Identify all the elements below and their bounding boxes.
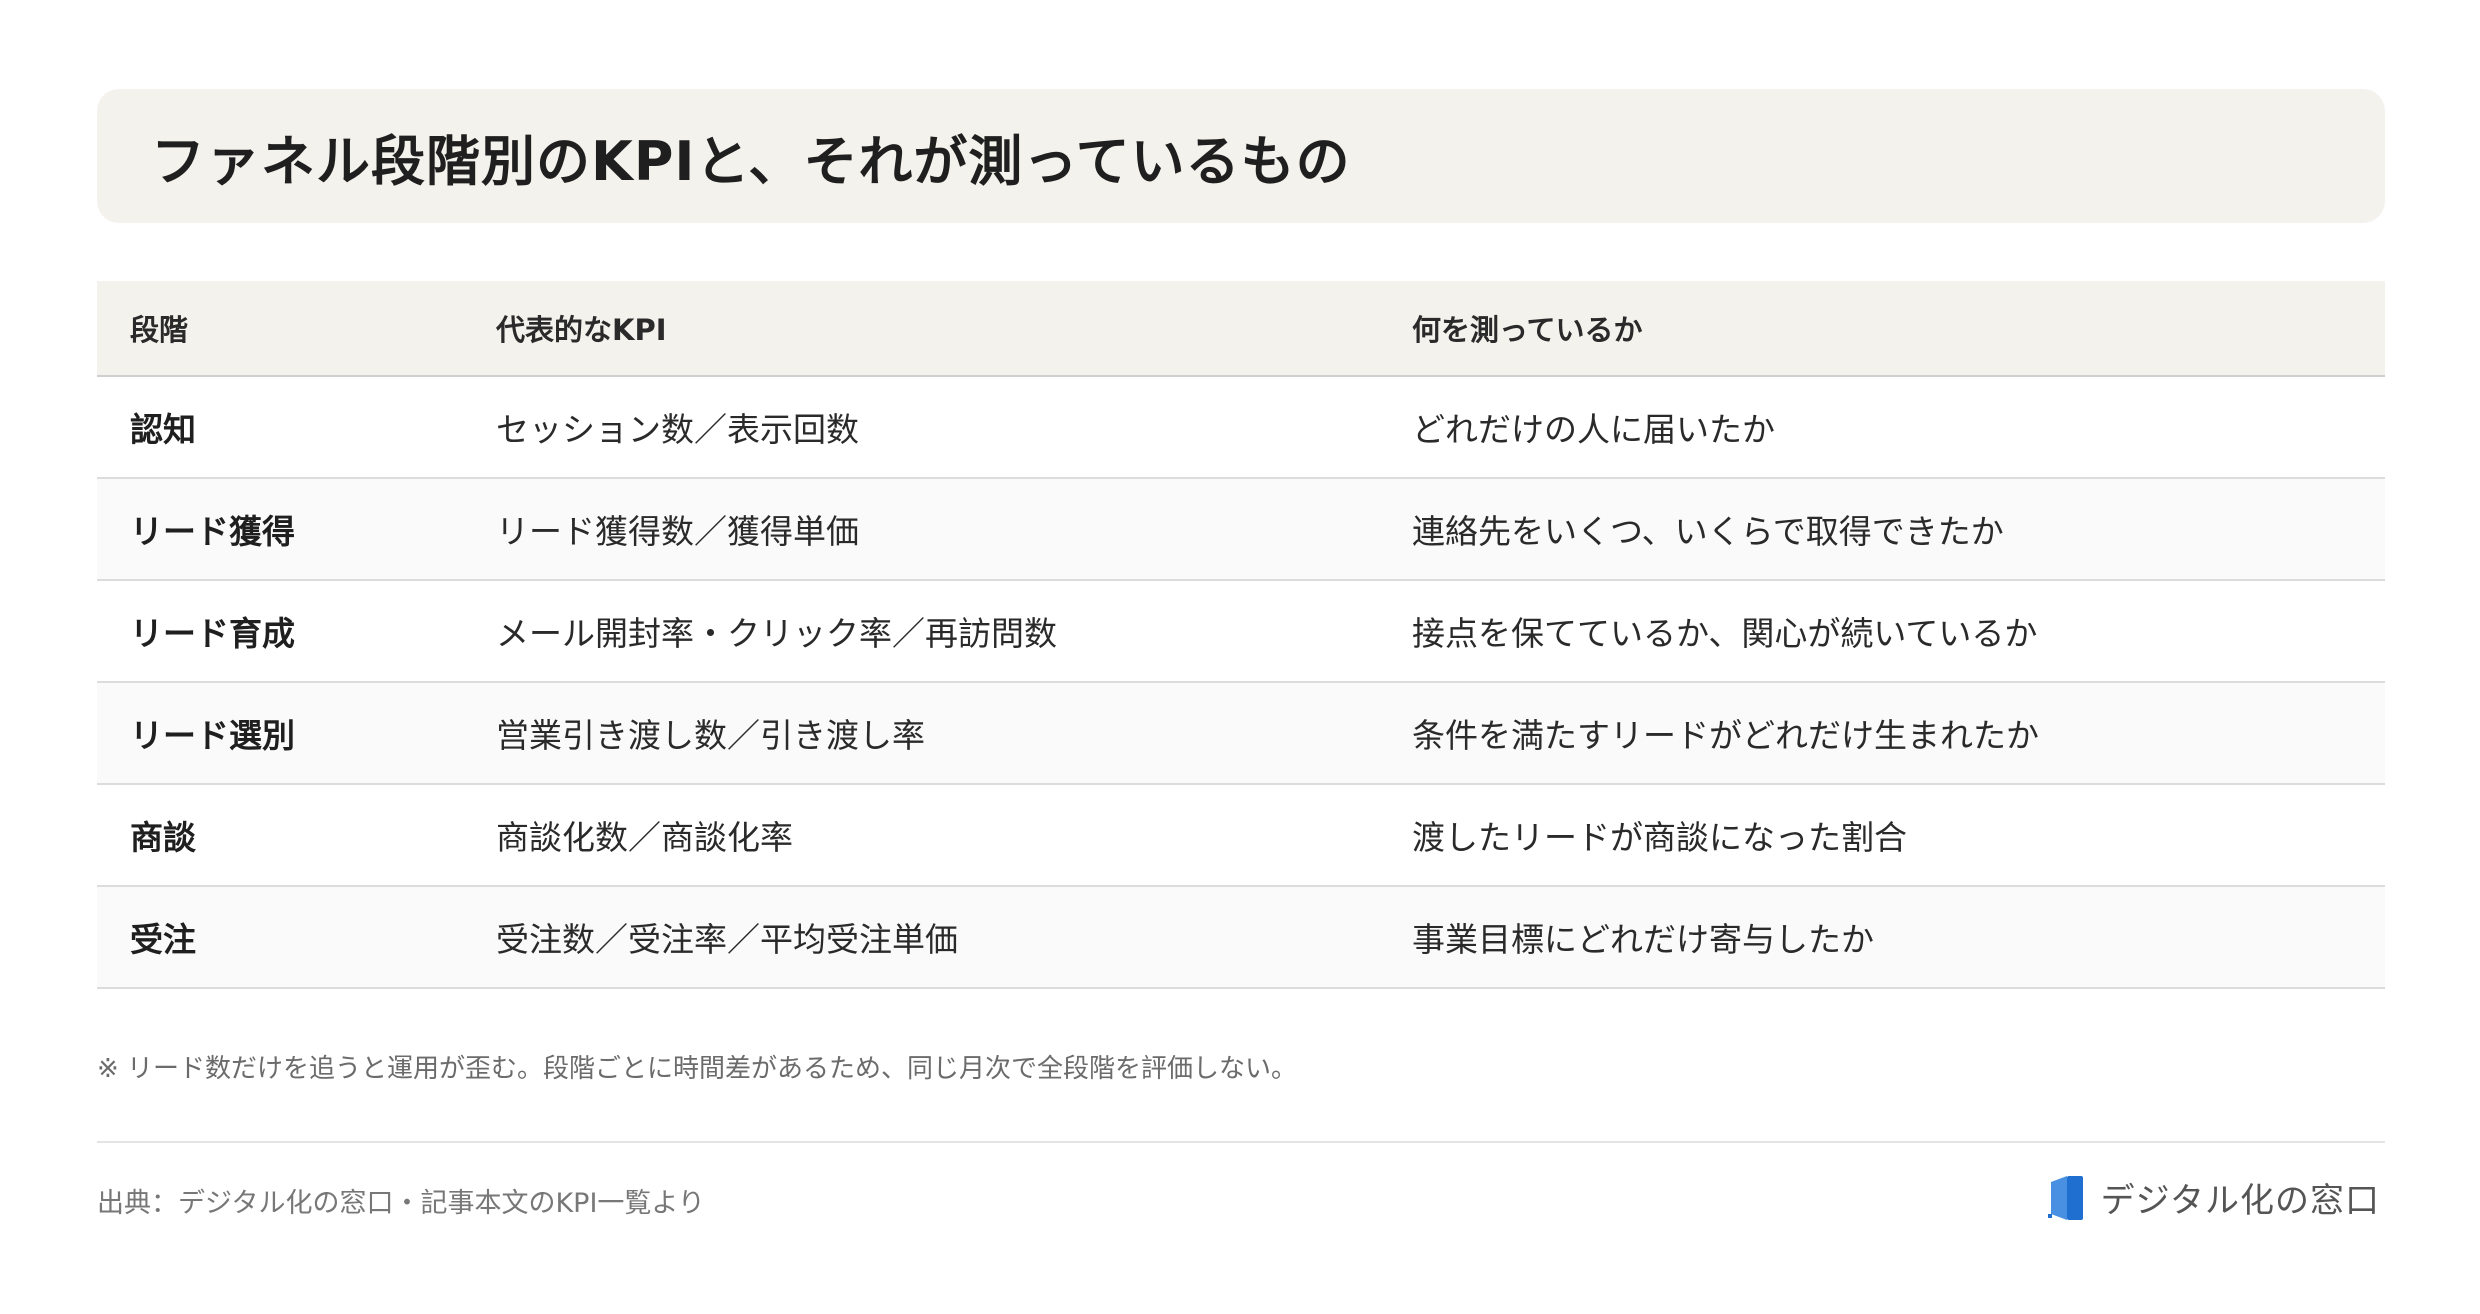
table-row: リード獲得 リード獲得数／獲得単価 連絡先をいくつ、いくらで取得できたか (97, 478, 2385, 581)
column-header-measures: 何を測っているか (1379, 281, 2385, 377)
stage-cell: 受注 (97, 886, 463, 989)
stage-cell: リード育成 (97, 580, 463, 683)
title-banner: ファネル段階別のKPIと、それが測っているもの (97, 89, 2385, 223)
kpi-cell: セッション数／表示回数 (463, 376, 1379, 479)
table-row: 商談 商談化数／商談化率 渡したリードが商談になった割合 (97, 784, 2385, 887)
measures-cell: 渡したリードが商談になった割合 (1379, 784, 2385, 887)
stage-cell: 商談 (97, 784, 463, 887)
column-header-stage: 段階 (97, 281, 463, 377)
page-title: ファネル段階別のKPIと、それが測っているもの (151, 129, 1351, 193)
kpi-cell: 営業引き渡し数／引き渡し率 (463, 682, 1379, 785)
measures-cell: 条件を満たすリードがどれだけ生まれたか (1379, 682, 2385, 785)
measures-cell: どれだけの人に届いたか (1379, 376, 2385, 479)
measures-cell: 連絡先をいくつ、いくらで取得できたか (1379, 478, 2385, 581)
column-header-kpi: 代表的なKPI (463, 281, 1379, 377)
brand-logo: デジタル化の窓口 (2047, 1173, 2380, 1222)
kpi-cell: メール開封率・クリック率／再訪問数 (463, 580, 1379, 683)
kpi-cell: リード獲得数／獲得単価 (463, 478, 1379, 581)
table-body: 認知 セッション数／表示回数 どれだけの人に届いたか リード獲得 リード獲得数／… (97, 376, 2385, 989)
book-logo-icon (2047, 1175, 2083, 1220)
kpi-cell: 商談化数／商談化率 (463, 784, 1379, 887)
table-row: 受注 受注数／受注率／平均受注単価 事業目標にどれだけ寄与したか (97, 886, 2385, 989)
stage-cell: リード選別 (97, 682, 463, 785)
table-row: リード選別 営業引き渡し数／引き渡し率 条件を満たすリードがどれだけ生まれたか (97, 682, 2385, 785)
measures-cell: 事業目標にどれだけ寄与したか (1379, 886, 2385, 989)
stage-cell: リード獲得 (97, 478, 463, 581)
table-row: 認知 セッション数／表示回数 どれだけの人に届いたか (97, 376, 2385, 479)
table-header-row: 段階 代表的なKPI 何を測っているか (97, 281, 2385, 377)
measures-cell: 接点を保てているか、関心が続いているか (1379, 580, 2385, 683)
footnote: ※ リード数だけを追うと運用が歪む。段階ごとに時間差があるため、同じ月次で全段階… (97, 1054, 1298, 1084)
table-header: 段階 代表的なKPI 何を測っているか (97, 281, 2385, 377)
kpi-table: 段階 代表的なKPI 何を測っているか 認知 セッション数／表示回数 どれだけの… (97, 281, 2385, 989)
table-row: リード育成 メール開封率・クリック率／再訪問数 接点を保てているか、関心が続いて… (97, 580, 2385, 683)
stage-cell: 認知 (97, 376, 463, 479)
brand-name: デジタル化の窓口 (2100, 1181, 2380, 1221)
kpi-cell: 受注数／受注率／平均受注単価 (463, 886, 1379, 989)
divider (97, 1141, 2385, 1143)
source-citation: 出典：デジタル化の窓口・記事本文のKPI一覧より (97, 1188, 705, 1219)
